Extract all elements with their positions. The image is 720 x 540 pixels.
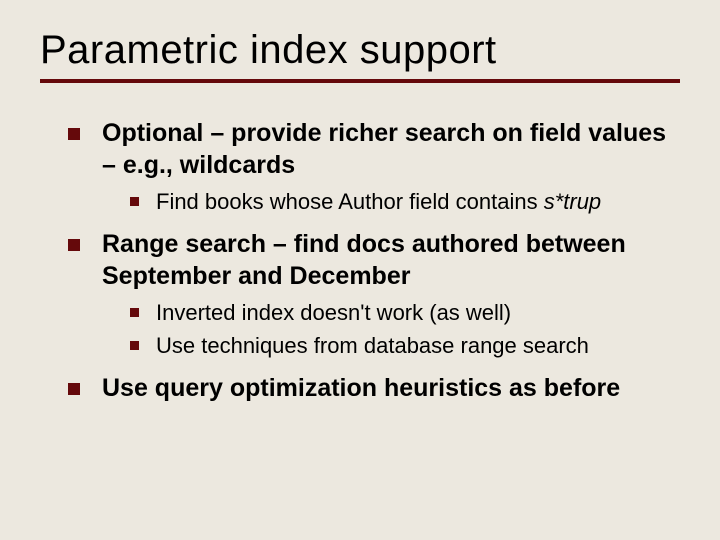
title-underline (40, 79, 680, 83)
list-item: Use techniques from database range searc… (130, 331, 680, 360)
sub-bullet-text: Use techniques from database range searc… (156, 333, 589, 358)
list-item: Optional – provide richer search on fiel… (68, 117, 680, 216)
sub-list: Find books whose Author field contains s… (102, 187, 680, 216)
list-item: Find books whose Author field contains s… (130, 187, 680, 216)
list-item: Use query optimization heuristics as bef… (68, 372, 680, 404)
slide-title: Parametric index support (40, 28, 680, 73)
bullet-text: Optional – provide richer search on fiel… (102, 119, 666, 179)
sub-bullet-text: Inverted index doesn't work (as well) (156, 300, 511, 325)
bullet-text: Use query optimization heuristics as bef… (102, 374, 620, 402)
sub-bullet-italic: s*trup (544, 189, 601, 214)
slide: Parametric index support Optional – prov… (0, 0, 720, 540)
bullet-text: Range search – find docs authored betwee… (102, 230, 626, 290)
list-item: Range search – find docs authored betwee… (68, 228, 680, 360)
bullet-list: Optional – provide richer search on fiel… (40, 117, 680, 404)
list-item: Inverted index doesn't work (as well) (130, 298, 680, 327)
sub-list: Inverted index doesn't work (as well) Us… (102, 298, 680, 360)
sub-bullet-text: Find books whose Author field contains (156, 189, 544, 214)
